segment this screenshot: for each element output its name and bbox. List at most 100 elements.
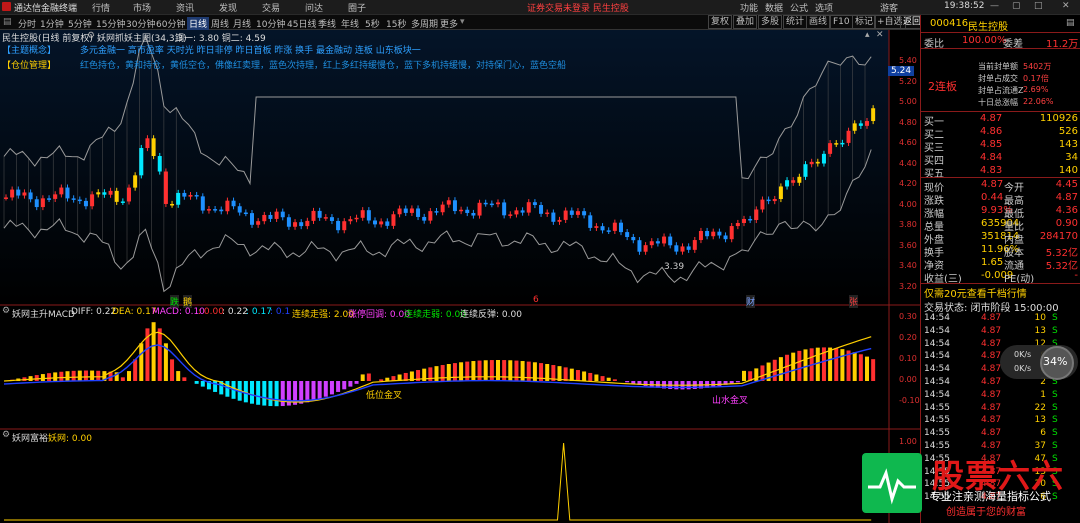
login-notice[interactable]: 证券交易未登录 民生控股 xyxy=(527,1,629,14)
macd-bar xyxy=(194,381,199,384)
restore-icon[interactable]: ▢ xyxy=(1012,1,1021,11)
tick-time: 14:55 xyxy=(924,441,950,451)
candle-body xyxy=(514,210,519,215)
bottom-title[interactable]: 妖网富裕 xyxy=(12,431,48,444)
tick-time: 14:54 xyxy=(924,338,950,349)
period-week[interactable]: 周线 xyxy=(211,17,229,30)
candle-body xyxy=(237,206,242,213)
period-60m[interactable]: 60分钟 xyxy=(156,17,185,30)
candle-body xyxy=(305,220,310,227)
maximize-icon[interactable]: □ xyxy=(1034,1,1043,11)
period-month[interactable]: 月线 xyxy=(233,17,251,30)
indicator-gear-icon[interactable]: ⚙ xyxy=(87,31,95,41)
macd-bar xyxy=(139,343,144,381)
minimize-icon[interactable]: — xyxy=(990,1,999,11)
macd-axis-tick: 0.20 xyxy=(899,333,917,342)
period-season[interactable]: 季线 xyxy=(318,17,336,30)
period-year[interactable]: 年线 xyxy=(341,17,359,30)
bottom-settings-icon[interactable]: ⚙ xyxy=(2,430,10,440)
macd-bar xyxy=(47,373,52,381)
marker-zhang[interactable]: 张 xyxy=(849,295,859,308)
title-bar: 通达信金融终端 行情 市场 资讯 发现 交易 问达 圈子 证券交易未登录 民生控… xyxy=(0,0,1080,15)
price-axis-tick: 4.80 xyxy=(899,117,917,127)
menu-trade[interactable]: 交易 xyxy=(262,1,280,14)
macd-settings-icon[interactable]: ⚙ xyxy=(2,306,10,316)
multi-stock-button[interactable]: 多股 xyxy=(758,15,783,29)
macd-bar xyxy=(182,377,187,381)
candle-body xyxy=(803,164,808,177)
candle-body xyxy=(90,194,95,207)
macd-bar xyxy=(311,381,316,401)
more-chevron-icon[interactable]: ▾ xyxy=(460,17,465,27)
period-10m[interactable]: 10分钟 xyxy=(256,17,285,30)
watermark-line2: 创造属于您的财富 xyxy=(946,507,1026,518)
low-price-marker: 3.39 xyxy=(664,262,685,272)
close-icon[interactable]: ✕ xyxy=(1062,1,1070,11)
price-axis-tick: 5.20 xyxy=(899,76,917,86)
menu-circle[interactable]: 圈子 xyxy=(348,1,366,14)
menu-function[interactable]: 功能 xyxy=(740,1,758,14)
quote-value: 4.87 xyxy=(981,179,1004,190)
chart-collapse-icon[interactable]: ▴ xyxy=(865,30,870,40)
promo-link[interactable]: 仅需20元查看千档行情 xyxy=(924,285,1027,300)
pulse-line-icon xyxy=(868,468,916,505)
candle-body xyxy=(102,192,107,195)
price-axis-tick: 4.40 xyxy=(899,158,917,168)
menu-wenda[interactable]: 问达 xyxy=(305,1,323,14)
menu-data[interactable]: 数据 xyxy=(765,1,783,14)
period-tick[interactable]: 分时 xyxy=(18,17,36,30)
macd-bar xyxy=(77,370,82,381)
quote-value: 5.32亿 xyxy=(1045,261,1078,272)
marker-six[interactable]: 6 xyxy=(533,295,539,305)
candle-body xyxy=(256,221,261,225)
candle-body xyxy=(22,192,27,196)
f10-button[interactable]: F10 xyxy=(830,15,853,29)
macd-bar xyxy=(803,349,808,381)
chart-close-icon[interactable]: ✕ xyxy=(876,30,884,40)
menu-options[interactable]: 选项 xyxy=(815,1,833,14)
macd-bar xyxy=(600,376,605,381)
menu-news[interactable]: 资讯 xyxy=(176,1,194,14)
candle-body xyxy=(508,214,513,216)
kline-chart-area[interactable] xyxy=(0,30,920,523)
period-15s[interactable]: 15秒 xyxy=(386,17,406,30)
period-multi[interactable]: 多周期 xyxy=(411,17,438,30)
period-5m[interactable]: 5分钟 xyxy=(68,17,92,30)
tick-side: S xyxy=(1052,313,1058,323)
buy-level-volume: 140 xyxy=(1058,165,1078,176)
period-more[interactable]: 更多 xyxy=(440,17,458,30)
macd-bar xyxy=(865,356,869,381)
macd-bar xyxy=(133,359,138,381)
period-30m[interactable]: 30分钟 xyxy=(126,17,155,30)
panel-menu-icon[interactable]: ▤ xyxy=(1066,18,1075,28)
mark-button[interactable]: 标记 xyxy=(852,15,877,29)
period-day[interactable]: 日线 xyxy=(187,17,210,30)
toolbar-menu-icon[interactable]: ▤ xyxy=(3,17,12,27)
candle-body xyxy=(422,216,427,221)
period-45d[interactable]: 45日线 xyxy=(287,17,316,30)
macd-v1: : 0.00 xyxy=(198,307,224,317)
menu-discover[interactable]: 发现 xyxy=(219,1,237,14)
candle-body xyxy=(459,209,464,212)
overlay-button[interactable]: 叠加 xyxy=(733,15,758,29)
fuquan-button[interactable]: 复权 xyxy=(708,15,733,29)
period-5s[interactable]: 5秒 xyxy=(365,17,380,30)
candle-body xyxy=(188,195,193,197)
candle-body xyxy=(852,123,857,131)
menu-market[interactable]: 市场 xyxy=(133,1,151,14)
menu-formula[interactable]: 公式 xyxy=(790,1,808,14)
macd-bar xyxy=(83,370,88,381)
menu-quotes[interactable]: 行情 xyxy=(92,1,110,14)
stats-button[interactable]: 统计 xyxy=(783,15,808,29)
draw-button[interactable]: 画线 xyxy=(806,15,831,29)
menu-guest[interactable]: 游客 xyxy=(880,1,898,14)
period-15m[interactable]: 15分钟 xyxy=(96,17,125,30)
candle-body xyxy=(311,210,316,221)
period-1m[interactable]: 1分钟 xyxy=(40,17,64,30)
candle-body xyxy=(723,235,728,240)
seal-value: 0.17倍 xyxy=(1023,74,1049,83)
macd-title[interactable]: 妖网主升MACD xyxy=(12,307,75,320)
candle-body xyxy=(871,108,876,122)
candle-body xyxy=(182,192,187,197)
marker-cai[interactable]: 财 xyxy=(746,295,756,308)
